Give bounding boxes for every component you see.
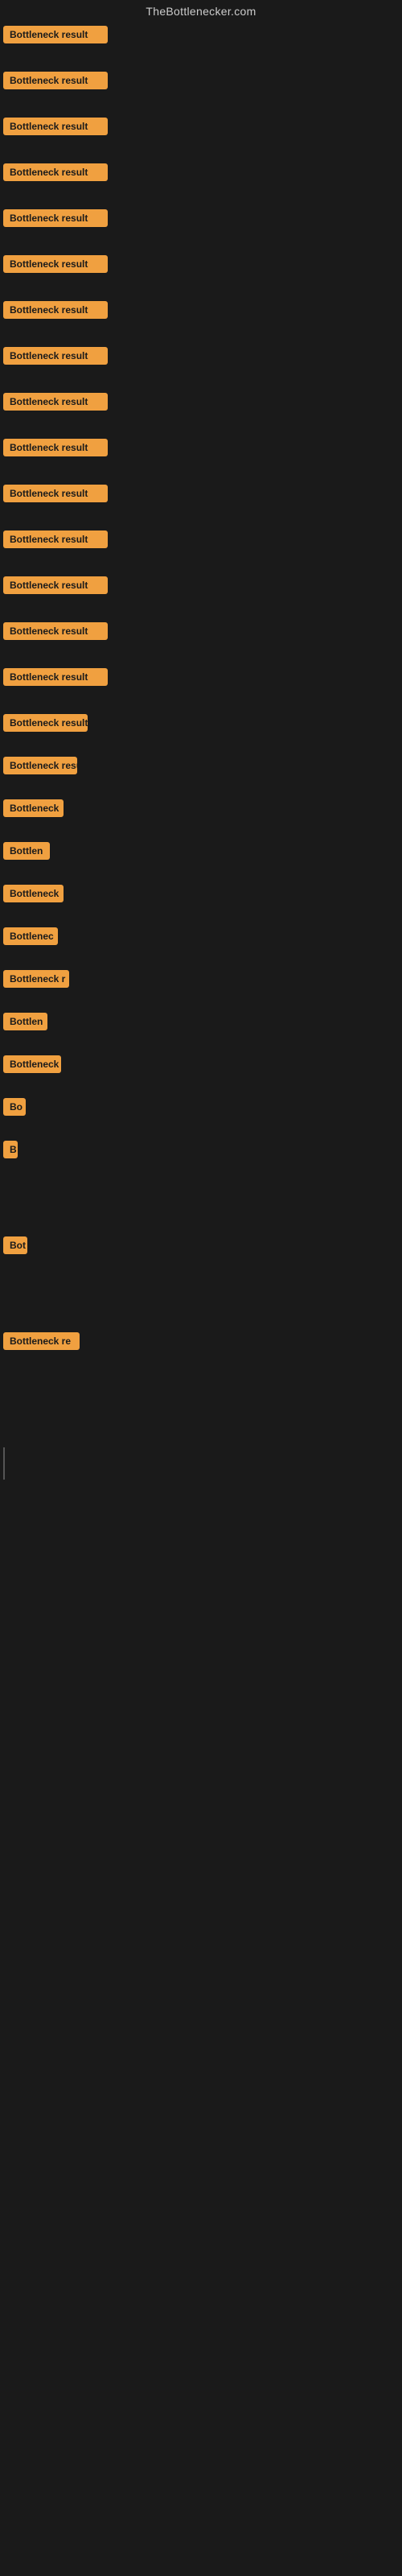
bottleneck-badge-13[interactable]: Bottleneck result	[3, 576, 108, 594]
bottleneck-badge-22[interactable]: Bottleneck r	[3, 970, 69, 988]
gap-after-3	[0, 151, 402, 159]
gap-after-14	[0, 655, 402, 663]
gap-after-12	[0, 564, 402, 572]
bottleneck-badge-18[interactable]: Bottleneck	[3, 799, 64, 817]
gap-after-26	[0, 1174, 402, 1191]
gap-after-6	[0, 288, 402, 296]
bottleneck-badge-14[interactable]: Bottleneck result	[3, 622, 108, 640]
bottleneck-badge-17[interactable]: Bottleneck resu	[3, 757, 77, 774]
bottleneck-item-26[interactable]: B	[0, 1136, 402, 1167]
bottleneck-item-5[interactable]: Bottleneck result	[0, 204, 402, 236]
bottleneck-item-19[interactable]: Bottlen	[0, 837, 402, 869]
bottleneck-item-16[interactable]: Bottleneck result	[0, 709, 402, 741]
bottleneck-badge-11[interactable]: Bottleneck result	[3, 485, 108, 502]
bottleneck-badge-24[interactable]: Bottleneck	[3, 1055, 61, 1073]
bottleneck-item-15[interactable]: Bottleneck result	[0, 663, 402, 695]
bottleneck-badge-5[interactable]: Bottleneck result	[3, 209, 108, 227]
bottleneck-item-8[interactable]: Bottleneck result	[0, 342, 402, 374]
bottleneck-badge-2[interactable]: Bottleneck result	[3, 72, 108, 89]
bottleneck-item-17[interactable]: Bottleneck resu	[0, 752, 402, 783]
gap-after-15	[0, 701, 402, 709]
bottleneck-item-11[interactable]: Bottleneck result	[0, 480, 402, 511]
bottleneck-badge-19[interactable]: Bottlen	[3, 842, 50, 860]
gap-after-1	[0, 59, 402, 67]
gap-after-2	[0, 105, 402, 113]
gap-after-11	[0, 518, 402, 526]
bottleneck-badge-20[interactable]: Bottleneck	[3, 885, 64, 902]
bottleneck-badge-16[interactable]: Bottleneck result	[3, 714, 88, 732]
bottleneck-badge-21[interactable]: Bottlenec	[3, 927, 58, 945]
bottleneck-badge-8[interactable]: Bottleneck result	[3, 347, 108, 365]
bottleneck-item-1[interactable]: Bottleneck result	[0, 21, 402, 52]
bottleneck-item-25[interactable]: Bo	[0, 1093, 402, 1125]
bottleneck-badge-23[interactable]: Bottlen	[3, 1013, 47, 1030]
page-container: TheBottlenecker.com Bottleneck result Bot…	[0, 0, 402, 1504]
bottleneck-badge-7[interactable]: Bottleneck result	[3, 301, 108, 319]
bottleneck-item-6[interactable]: Bottleneck result	[0, 250, 402, 282]
bottleneck-badge-1[interactable]: Bottleneck result	[3, 26, 108, 43]
bottleneck-badge-4[interactable]: Bottleneck result	[3, 163, 108, 181]
bottleneck-badge-9[interactable]: Bottleneck result	[3, 393, 108, 411]
gap-after-9	[0, 426, 402, 434]
gap-after-28	[0, 1269, 402, 1327]
bottleneck-item-24[interactable]: Bottleneck	[0, 1051, 402, 1082]
bottleneck-item-29[interactable]: Bottleneck re	[0, 1327, 402, 1359]
bottleneck-item-2[interactable]: Bottleneck result	[0, 67, 402, 98]
gap-after-8	[0, 380, 402, 388]
bottleneck-badge-12[interactable]: Bottleneck result	[3, 530, 108, 548]
bottleneck-item-23[interactable]: Bottlen	[0, 1008, 402, 1039]
gap-after-29	[0, 1365, 402, 1423]
bottleneck-item-20[interactable]: Bottleneck	[0, 880, 402, 911]
bottleneck-item-12[interactable]: Bottleneck result	[0, 526, 402, 557]
bottleneck-item-7[interactable]: Bottleneck result	[0, 296, 402, 328]
bottleneck-item-18[interactable]: Bottleneck	[0, 795, 402, 826]
bottleneck-item-13[interactable]: Bottleneck result	[0, 572, 402, 603]
bottleneck-item-4[interactable]: Bottleneck result	[0, 159, 402, 190]
bottleneck-badge-29[interactable]: Bottleneck re	[3, 1332, 80, 1350]
gap-27	[0, 1191, 402, 1232]
bottleneck-item-28[interactable]: Bot	[0, 1232, 402, 1263]
bottleneck-badge-25[interactable]: Bo	[3, 1098, 26, 1116]
bottleneck-badge-3[interactable]: Bottleneck result	[3, 118, 108, 135]
bottleneck-badge-26[interactable]: B	[3, 1141, 18, 1158]
bottleneck-item-21[interactable]: Bottlenec	[0, 923, 402, 954]
bottleneck-badge-6[interactable]: Bottleneck result	[3, 255, 108, 273]
gap-after-10	[0, 472, 402, 480]
bottleneck-item-22[interactable]: Bottleneck r	[0, 965, 402, 997]
gap-after-7	[0, 334, 402, 342]
bottleneck-item-3[interactable]: Bottleneck result	[0, 113, 402, 144]
bottleneck-item-9[interactable]: Bottleneck result	[0, 388, 402, 419]
bottleneck-badge-28[interactable]: Bot	[3, 1236, 27, 1254]
decorative-line	[3, 1447, 5, 1480]
bottleneck-badge-10[interactable]: Bottleneck result	[3, 439, 108, 456]
bottleneck-item-14[interactable]: Bottleneck result	[0, 617, 402, 649]
site-title: TheBottlenecker.com	[0, 0, 402, 21]
gap-after-13	[0, 609, 402, 617]
gap-after-5	[0, 242, 402, 250]
bottleneck-badge-15[interactable]: Bottleneck result	[3, 668, 108, 686]
gap-after-4	[0, 196, 402, 204]
bottleneck-item-10[interactable]: Bottleneck result	[0, 434, 402, 465]
